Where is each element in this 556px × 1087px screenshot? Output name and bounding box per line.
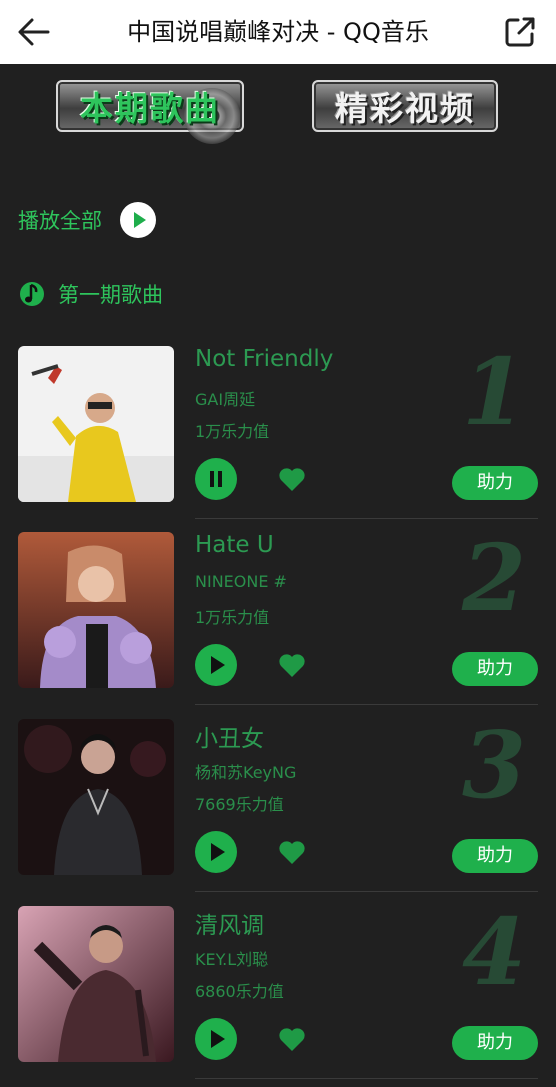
- rank-number: 1: [461, 338, 526, 446]
- pause-button[interactable]: [195, 458, 237, 500]
- play-all-row[interactable]: 播放全部: [18, 196, 156, 244]
- song-artist[interactable]: 杨和苏KeyNG: [195, 759, 296, 783]
- tab-current-songs[interactable]: 本期歌曲: [56, 80, 244, 144]
- tab-highlight-videos[interactable]: 精彩视频: [312, 80, 498, 132]
- power-value: 6860乐力值: [195, 982, 284, 1001]
- back-button[interactable]: [14, 14, 54, 50]
- power-value: 7669乐力值: [195, 795, 284, 814]
- song-item[interactable]: 清风调 KEY.L刘聪 6860乐力值 4 助力: [0, 906, 556, 1087]
- song-artist[interactable]: KEY.L刘聪: [195, 946, 268, 970]
- rank-number: 4: [461, 898, 526, 1006]
- album-cover[interactable]: [18, 346, 174, 502]
- album-cover[interactable]: [18, 719, 174, 875]
- heart-icon[interactable]: [278, 1026, 306, 1052]
- power-value: 1万乐力值: [195, 422, 270, 441]
- top-bar: 中国说唱巅峰对决 - QQ音乐: [0, 0, 556, 64]
- power-value: 1万乐力值: [195, 608, 270, 627]
- tab-label: 精彩视频: [335, 89, 475, 128]
- song-item[interactable]: Hate U NINEONE # 1万乐力值 2 助力: [0, 532, 556, 718]
- share-button[interactable]: [502, 14, 538, 50]
- boost-button[interactable]: 助力: [452, 839, 538, 873]
- page-title: 中国说唱巅峰对决 - QQ音乐: [127, 18, 429, 46]
- album-cover[interactable]: [18, 532, 174, 688]
- divider: [195, 518, 538, 519]
- song-title[interactable]: 清风调: [195, 906, 264, 940]
- song-artist[interactable]: GAI周延: [195, 386, 255, 410]
- song-item[interactable]: Not Friendly GAI周延 1万乐力值 1 助力: [0, 346, 556, 532]
- song-item[interactable]: 小丑女 杨和苏KeyNG 7669乐力值 3 助力: [0, 719, 556, 905]
- play-all-button[interactable]: [120, 202, 156, 238]
- heart-icon[interactable]: [278, 839, 306, 865]
- external-link-icon: [505, 17, 535, 47]
- divider: [195, 891, 538, 892]
- heart-icon[interactable]: [278, 652, 306, 678]
- divider: [195, 704, 538, 705]
- boost-button[interactable]: 助力: [452, 652, 538, 686]
- episode-header: 第一期歌曲: [18, 276, 163, 312]
- music-note-icon: [20, 282, 44, 306]
- play-all-label: 播放全部: [18, 209, 102, 233]
- album-cover[interactable]: [18, 906, 174, 1062]
- tab-label: 本期歌曲: [80, 89, 220, 128]
- boost-button[interactable]: 助力: [452, 466, 538, 500]
- song-title[interactable]: Hate U: [195, 532, 274, 558]
- song-artist[interactable]: NINEONE #: [195, 572, 287, 591]
- rank-number: 3: [461, 711, 526, 819]
- play-button[interactable]: [195, 644, 237, 686]
- rank-number: 2: [461, 524, 526, 632]
- play-button[interactable]: [195, 831, 237, 873]
- boost-button[interactable]: 助力: [452, 1026, 538, 1060]
- song-title[interactable]: 小丑女: [195, 719, 264, 753]
- arrow-left-icon: [18, 18, 50, 46]
- song-title[interactable]: Not Friendly: [195, 346, 333, 372]
- heart-icon[interactable]: [278, 466, 306, 492]
- divider: [195, 1078, 538, 1079]
- play-button[interactable]: [195, 1018, 237, 1060]
- episode-title: 第一期歌曲: [58, 283, 163, 307]
- tab-bar: 本期歌曲 精彩视频: [0, 64, 556, 154]
